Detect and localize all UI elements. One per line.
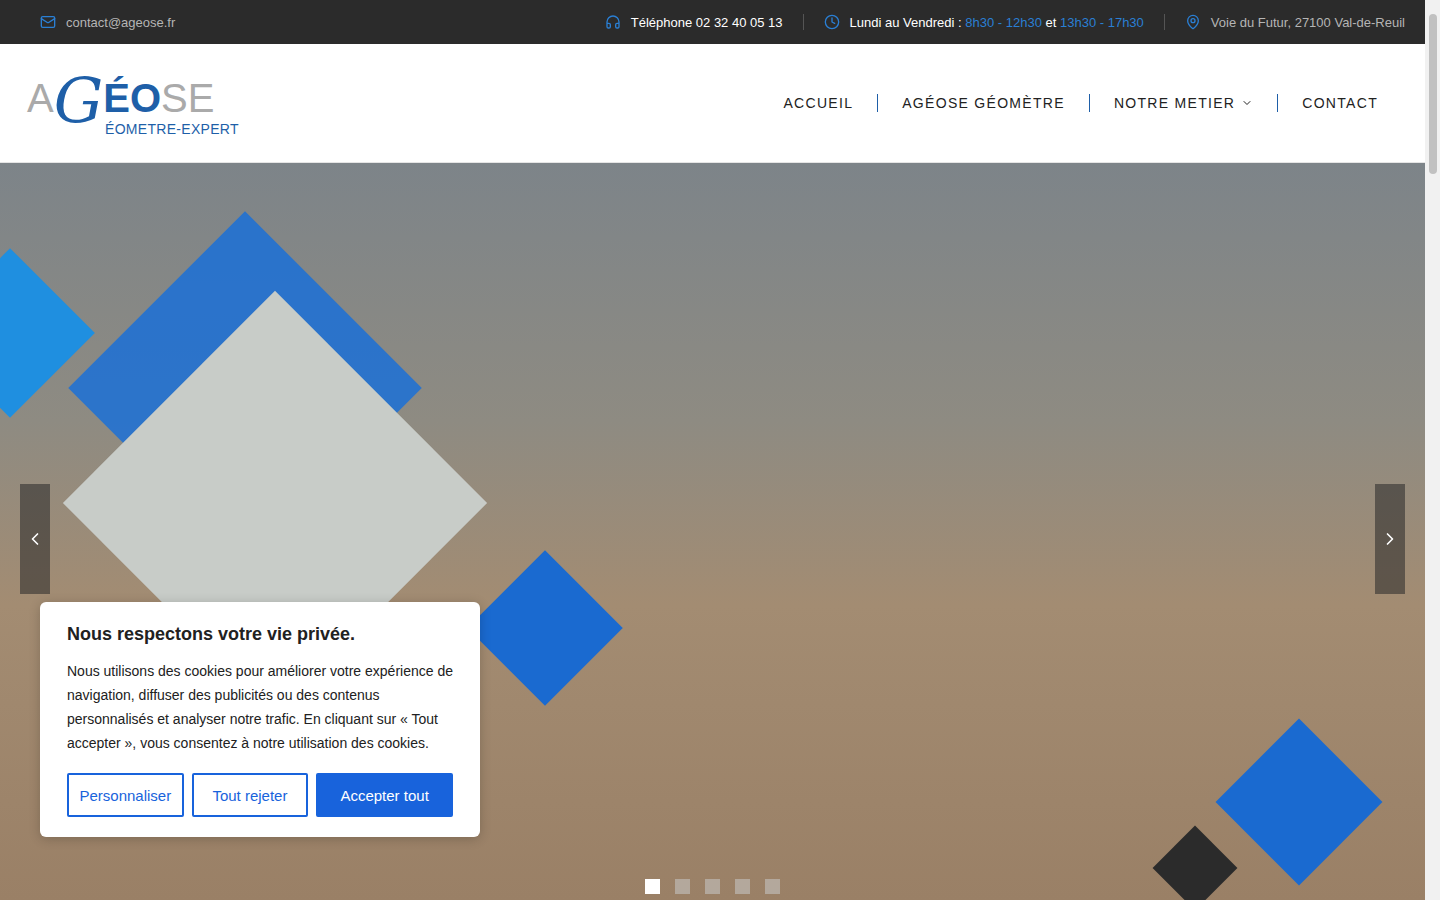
main-nav: ACCUEILAGÉOSE GÉOMÈTRENOTRE METIERCONTAC… (759, 94, 1378, 112)
next-slide-button[interactable] (1375, 484, 1405, 594)
cookie-button[interactable]: Tout rejeter (192, 773, 309, 817)
slider-dot[interactable] (675, 879, 690, 894)
scrollbar[interactable] (1425, 0, 1440, 900)
slider-dot[interactable] (705, 879, 720, 894)
top-bar: contact@ageose.fr Téléphone 02 32 40 05 1… (0, 0, 1425, 44)
address: Voie du Futur, 27100 Val-de-Reuil (1164, 14, 1405, 30)
chevron-left-icon (25, 529, 45, 549)
slider-dots (0, 879, 1425, 894)
nav-item[interactable]: ACCUEIL (759, 94, 877, 112)
hours: Lundi au Vendredi : 8h30 - 12h30 et 13h3… (803, 14, 1164, 30)
nav-item[interactable]: CONTACT (1277, 94, 1378, 112)
pin-icon (1185, 14, 1201, 30)
prev-slide-button[interactable] (20, 484, 50, 594)
chevron-down-icon (1241, 97, 1253, 109)
deco-diamond (1216, 719, 1383, 886)
chevron-right-icon (1380, 529, 1400, 549)
cookie-banner: Nous respectons votre vie privée. Nous ut… (40, 602, 480, 837)
slider-dot[interactable] (765, 879, 780, 894)
clock-icon (824, 14, 840, 30)
slider-dot[interactable] (645, 879, 660, 894)
cookie-text: Nous utilisons des cookies pour améliore… (67, 659, 453, 755)
page: contact@ageose.fr Téléphone 02 32 40 05 1… (0, 0, 1440, 900)
cookie-button[interactable]: Personnaliser (67, 773, 184, 817)
cookie-title: Nous respectons votre vie privée. (67, 624, 453, 645)
nav-item[interactable]: AGÉOSE GÉOMÈTRE (877, 94, 1089, 112)
phone[interactable]: Téléphone 02 32 40 05 13 (585, 14, 803, 30)
slider-dot[interactable] (735, 879, 750, 894)
nav-item[interactable]: NOTRE METIER (1089, 94, 1277, 112)
email[interactable]: contact@ageose.fr (20, 14, 175, 30)
deco-diamond (467, 550, 623, 706)
cookie-button[interactable]: Accepter tout (316, 773, 453, 817)
logo[interactable]: AGÉOSEÉOMETRE-EXPERT (27, 70, 239, 136)
mail-icon (40, 14, 56, 30)
phone-icon (605, 14, 621, 30)
header: AGÉOSEÉOMETRE-EXPERT ACCUEILAGÉOSE GÉOMÈT… (0, 44, 1425, 163)
deco-diamond (1153, 826, 1238, 900)
